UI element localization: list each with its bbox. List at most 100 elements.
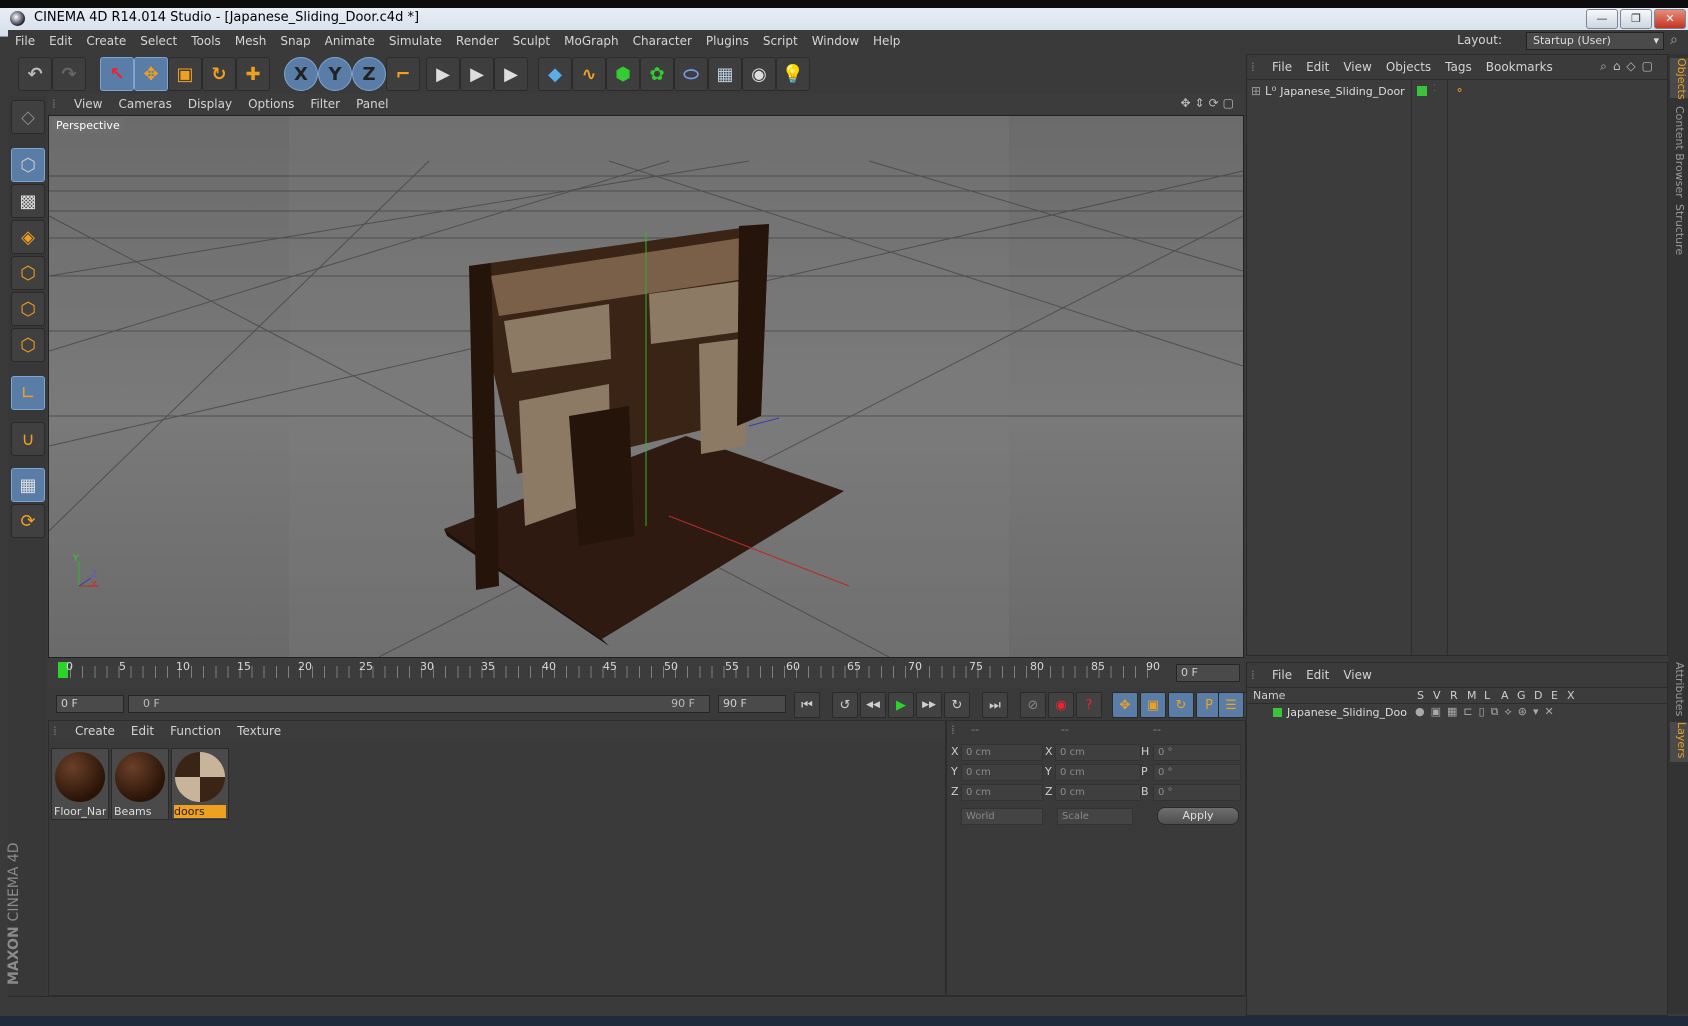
render-view-button[interactable]: ▶ — [426, 57, 460, 91]
pos-y-field[interactable]: 0 cm — [961, 764, 1043, 781]
menu-mesh[interactable]: Mesh — [228, 30, 274, 52]
rotate-tool-button[interactable]: ↻ — [202, 57, 236, 91]
minimize-button[interactable]: — — [1586, 9, 1618, 29]
layer-color-swatch[interactable] — [1273, 708, 1282, 717]
record-disabled-button[interactable]: ⊘ — [1020, 692, 1046, 718]
rot-p-field[interactable]: 0 ° — [1153, 764, 1241, 781]
play-button[interactable]: ▶ — [888, 692, 914, 718]
grip-icon[interactable]: ⁞ — [48, 97, 66, 111]
layout-dropdown[interactable]: Startup (User) ▾ — [1526, 32, 1664, 50]
viewport-menu-filter[interactable]: Filter — [302, 94, 348, 114]
tab-content-browser[interactable]: Content Browser — [1670, 106, 1686, 198]
object-row[interactable]: ⊞ L⁰ Japanese_Sliding_Door ⁚ ⚬ — [1251, 84, 1671, 100]
menu-animate[interactable]: Animate — [318, 30, 382, 52]
auto-key-button[interactable]: ? — [1076, 692, 1102, 718]
rot-b-field[interactable]: 0 ° — [1153, 784, 1241, 801]
make-editable-button[interactable]: ◇ — [11, 100, 45, 134]
col-solo[interactable]: S — [1417, 689, 1424, 702]
layer-color-swatch[interactable] — [1417, 86, 1427, 96]
col-view[interactable]: V — [1433, 689, 1441, 702]
menu-select[interactable]: Select — [133, 30, 184, 52]
current-frame-field[interactable]: 0 F — [1176, 664, 1240, 682]
col-generators[interactable]: G — [1517, 689, 1526, 702]
render-settings-button[interactable]: ▶ — [494, 57, 528, 91]
move-tool-button[interactable]: ✥ — [134, 57, 168, 91]
layers-menu-file[interactable]: File — [1265, 663, 1299, 687]
coordinate-mode-dropdown[interactable]: World — [961, 808, 1043, 825]
workplane-lock-button[interactable]: ▦ — [11, 468, 45, 502]
objects-menu-bookmarks[interactable]: Bookmarks — [1479, 55, 1560, 79]
grip-icon[interactable]: ⁞ — [951, 723, 955, 737]
objects-search-home-icons[interactable]: ⌕⌂◇▢ — [1600, 59, 1659, 74]
menu-script[interactable]: Script — [756, 30, 805, 52]
layers-menu-view[interactable]: View — [1336, 663, 1378, 687]
close-button[interactable]: ✕ — [1654, 9, 1686, 29]
menu-mograph[interactable]: MoGraph — [557, 30, 626, 52]
viewport-menu-panel[interactable]: Panel — [348, 94, 396, 114]
material-swatch-beams[interactable]: Beams — [111, 748, 169, 820]
key-scale-button[interactable]: ▣ — [1140, 692, 1166, 718]
next-key-button[interactable]: ↻ — [944, 692, 970, 718]
menu-sculpt[interactable]: Sculpt — [506, 30, 557, 52]
frame-range-slider[interactable]: 0 F 90 F — [128, 695, 710, 713]
viewport-menu-display[interactable]: Display — [180, 94, 240, 114]
axis-mode-button[interactable]: ∟ — [11, 376, 45, 410]
menu-file[interactable]: File — [8, 30, 42, 52]
tab-attributes[interactable]: Attributes — [1670, 662, 1686, 716]
pos-x-field[interactable]: 0 cm — [961, 744, 1043, 761]
apply-button[interactable]: Apply — [1157, 807, 1239, 825]
layer-row[interactable]: Japanese_Sliding_Doo ●▣▦⊏▯⧉⟡⊛▾✕ — [1247, 705, 1667, 721]
undo-button[interactable]: ↶ — [18, 57, 52, 91]
array-button[interactable]: ✿ — [640, 57, 674, 91]
cube-primitive-button[interactable]: ◆ — [538, 57, 572, 91]
viewport-menu-options[interactable]: Options — [240, 94, 302, 114]
previous-key-button[interactable]: ↺ — [832, 692, 858, 718]
perspective-viewport[interactable]: Perspective Y X Z — [48, 115, 1244, 658]
z-axis-lock-button[interactable]: Z — [352, 57, 386, 91]
menu-create[interactable]: Create — [79, 30, 133, 52]
objects-menu-tags[interactable]: Tags — [1438, 55, 1479, 79]
go-to-end-button[interactable]: ⏭ — [982, 692, 1008, 718]
polygons-mode-button[interactable]: ⬡ — [11, 328, 45, 362]
redo-button[interactable]: ↷ — [52, 57, 86, 91]
menu-plugins[interactable]: Plugins — [699, 30, 756, 52]
viewport-menu-cameras[interactable]: Cameras — [110, 94, 179, 114]
menu-snap[interactable]: Snap — [273, 30, 317, 52]
menu-character[interactable]: Character — [626, 30, 699, 52]
col-deformers[interactable]: D — [1534, 689, 1542, 702]
menu-help[interactable]: Help — [866, 30, 907, 52]
timeline-ruler[interactable]: 0 5 10 15 20 25 30 35 40 45 50 55 60 65 … — [48, 658, 1244, 688]
y-axis-lock-button[interactable]: Y — [318, 57, 352, 91]
menu-simulate[interactable]: Simulate — [382, 30, 449, 52]
expand-icon[interactable]: ⊞ — [1251, 84, 1261, 98]
end-frame-field[interactable]: 90 F — [718, 695, 786, 713]
grip-icon[interactable]: ⁞ — [49, 724, 67, 738]
snap-magnet-button[interactable]: ∪ — [11, 422, 45, 456]
timeline-window-button[interactable]: ☰ — [1218, 692, 1244, 718]
edges-mode-button[interactable]: ⬡ — [11, 292, 45, 326]
material-menu-create[interactable]: Create — [67, 721, 123, 741]
material-menu-texture[interactable]: Texture — [229, 721, 289, 741]
material-tag-icon[interactable]: ⚬ — [1455, 84, 1464, 97]
objects-menu-objects[interactable]: Objects — [1379, 55, 1438, 79]
material-swatch-doors[interactable]: doors — [171, 748, 229, 820]
col-expressions[interactable]: E — [1551, 689, 1558, 702]
objects-menu-file[interactable]: File — [1265, 55, 1299, 79]
floor-button[interactable]: ▦ — [708, 57, 742, 91]
render-picture-viewer-button[interactable]: ▶ — [460, 57, 494, 91]
menu-window[interactable]: Window — [805, 30, 866, 52]
size-mode-dropdown[interactable]: Scale — [1057, 808, 1133, 825]
rot-h-field[interactable]: 0 ° — [1153, 744, 1241, 761]
nurbs-button[interactable]: ⬢ — [606, 57, 640, 91]
menu-edit[interactable]: Edit — [42, 30, 79, 52]
live-selection-tool-button[interactable]: ↖ — [100, 57, 134, 91]
size-z-field[interactable]: 0 cm — [1055, 784, 1141, 801]
objects-menu-edit[interactable]: Edit — [1299, 55, 1336, 79]
size-x-field[interactable]: 0 cm — [1055, 744, 1141, 761]
deformer-button[interactable]: ⬭ — [674, 57, 708, 91]
model-mode-button[interactable]: ⬡ — [11, 148, 45, 182]
light-button[interactable]: 💡 — [776, 57, 810, 91]
pos-z-field[interactable]: 0 cm — [961, 784, 1043, 801]
spline-button[interactable]: ∿ — [572, 57, 606, 91]
layers-menu-edit[interactable]: Edit — [1299, 663, 1336, 687]
